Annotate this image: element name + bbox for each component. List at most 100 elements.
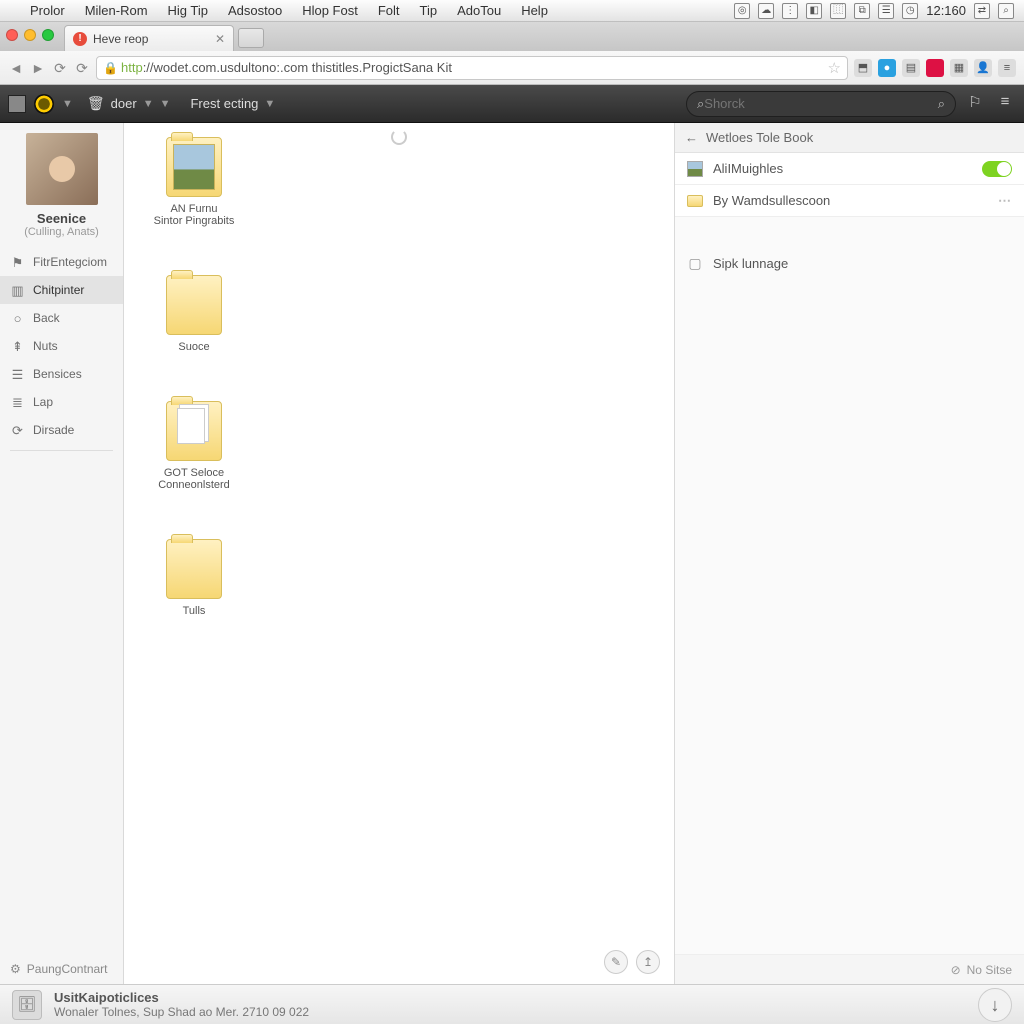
toggle-switch[interactable] (982, 161, 1012, 177)
sidebar-item[interactable]: ☰Bensices (0, 360, 123, 388)
bookmark-icon[interactable]: ⚐ (964, 93, 986, 115)
row-label: Sipk lunnage (713, 256, 788, 271)
menu-item[interactable]: Adsostoo (218, 3, 292, 18)
chevron-down-icon: ▼ (264, 98, 275, 110)
download-button[interactable]: ↓ (978, 988, 1012, 1022)
forward-icon[interactable]: ► (30, 60, 46, 76)
menu-item[interactable]: Hig Tip (158, 3, 218, 18)
sidebar-item[interactable]: ≣Lap (0, 388, 123, 416)
user-name: Seenice (0, 211, 123, 226)
status-icon[interactable]: ◎ (734, 3, 750, 19)
search-input[interactable] (704, 96, 937, 111)
close-tab-icon[interactable]: ✕ (207, 32, 225, 46)
list-icon: ☰ (10, 367, 25, 382)
sidebar: Seenice (Culling, Anats) ⚑FitrEntegciom … (0, 123, 124, 984)
menu-item[interactable]: Hlop Fost (292, 3, 368, 18)
sidebar-footer[interactable]: ⚙PaungContnart (0, 954, 123, 984)
fab-button[interactable]: ↥ (636, 950, 660, 974)
panel-row[interactable]: AliIMuighles (675, 153, 1024, 185)
sidebar-item[interactable]: ⟳ Dirsade (0, 416, 123, 444)
file-item[interactable]: Suoce (144, 275, 244, 353)
file-name: Tulls (144, 605, 244, 617)
bottom-subtitle: Wonaler Tolnes, Sup Shad ao Mer. 2710 09… (54, 1005, 309, 1019)
status-icon[interactable]: ◧ (806, 3, 822, 19)
status-icon[interactable]: ◷ (902, 3, 918, 19)
extension-icon[interactable]: ⬒ (854, 59, 872, 77)
back-icon[interactable]: ← (685, 130, 698, 145)
sync-icon: ⟳ (10, 423, 25, 438)
sort-dropdown[interactable]: Frest ecting ▼ (184, 96, 281, 111)
dropdown-label: Frest ecting (190, 96, 258, 111)
trash-icon: 🗑 (87, 95, 105, 112)
search-field[interactable]: ⌕ ⌕ (686, 91, 956, 117)
back-icon[interactable]: ◄ (8, 60, 24, 76)
dropdown-label: doer (111, 96, 137, 111)
menu-item[interactable]: Milen-Rom (75, 3, 158, 18)
close-window-button[interactable] (6, 29, 18, 41)
reload-icon[interactable]: ⟳ (52, 60, 68, 76)
menu-item[interactable]: Tip (410, 3, 448, 18)
status-icon[interactable]: ⇄ (974, 3, 990, 19)
reload-icon[interactable]: ⟳ (74, 60, 90, 76)
file-item[interactable]: AN Furnu Sintor Pingrabits (144, 137, 244, 227)
page-icon: ▢ (687, 255, 703, 271)
spotlight-icon[interactable]: ⌕ (998, 3, 1014, 19)
folder-icon (166, 401, 222, 461)
file-name: AN Furnu (144, 203, 244, 215)
content-area: AN Furnu Sintor Pingrabits Suoce GOT Sel… (124, 123, 674, 984)
sidebar-item[interactable]: ▥Chitpinter (0, 276, 123, 304)
minimize-window-button[interactable] (24, 29, 36, 41)
panel-row[interactable]: ▢ Sipk lunnage (675, 247, 1024, 279)
folder-icon (166, 137, 222, 197)
folder-dropdown[interactable]: 🗑 doer ▼ ▼ (81, 95, 177, 112)
menu-item[interactable]: Folt (368, 3, 410, 18)
extension-icon[interactable] (926, 59, 944, 77)
more-icon[interactable]: ⋯ (998, 193, 1012, 209)
sidebar-item-label: FitrEntegciom (33, 255, 107, 269)
status-icon[interactable]: ☁ (758, 3, 774, 19)
sidebar-item[interactable]: ○Back (0, 304, 123, 332)
browser-tab[interactable]: ! Heve reop ✕ (64, 25, 234, 51)
panel-header: ← Wetloes Tole Book (675, 123, 1024, 153)
dropdown-icon[interactable]: ▼ (62, 98, 73, 110)
file-item[interactable]: Tulls (144, 539, 244, 617)
status-icon[interactable]: ☰ (878, 3, 894, 19)
menu-item[interactable]: Help (511, 3, 558, 18)
address-bar[interactable]: 🔒 http://wodet.com.usdultono:.com thisti… (96, 56, 848, 80)
flag-icon: ⚑ (10, 255, 25, 270)
chevron-down-icon: ▼ (160, 98, 171, 110)
new-tab-button[interactable] (238, 28, 264, 48)
tab-favicon: ! (73, 32, 87, 46)
file-item[interactable]: GOT Seloce Conneonlsterd (144, 401, 244, 491)
extension-icon[interactable]: ▤ (902, 59, 920, 77)
status-icon[interactable]: ⧉ (854, 3, 870, 19)
zoom-window-button[interactable] (42, 29, 54, 41)
panel-row[interactable]: By Wamdsullescoon ⋯ (675, 185, 1024, 217)
hamburger-icon[interactable]: ≡ (998, 59, 1016, 77)
sidebar-item[interactable]: ⇞Nuts (0, 332, 123, 360)
sidebar-item-label: Dirsade (33, 423, 74, 437)
loading-spinner-icon (391, 129, 407, 145)
circle-icon: ○ (10, 311, 25, 326)
user-avatar[interactable] (26, 133, 98, 205)
extension-icon[interactable]: 👤 (974, 59, 992, 77)
search-submit-icon[interactable]: ⌕ (938, 96, 945, 112)
menu-icon[interactable]: ≡ (994, 93, 1016, 115)
extension-icon[interactable]: ▦ (950, 59, 968, 77)
bookmark-star-icon[interactable]: ☆ (828, 59, 841, 77)
layout-toggle-button[interactable] (8, 95, 26, 113)
row-label: By Wamdsullescoon (713, 193, 830, 208)
footer-label: PaungContnart (27, 962, 108, 976)
mac-menubar: Prolor Milen-Rom Hig Tip Adsostoo Hlop F… (0, 0, 1024, 22)
menubar-clock[interactable]: 12:160 (926, 3, 966, 18)
bottom-info-bar: 🗄 UsitKaipoticlices Wonaler Tolnes, Sup … (0, 984, 1024, 1024)
url-path: ://wodet.com.usdultono:.com thistitles.P… (143, 60, 452, 75)
grid-icon: ▥ (10, 283, 25, 298)
wifi-icon[interactable]: ⋮ (782, 3, 798, 19)
status-icon[interactable]: ⿲ (830, 3, 846, 19)
fab-button[interactable]: ✎ (604, 950, 628, 974)
menu-item[interactable]: AdoTou (447, 3, 511, 18)
menu-item[interactable]: Prolor (20, 3, 75, 18)
extension-icon[interactable]: ● (878, 59, 896, 77)
sidebar-item[interactable]: ⚑ FitrEntegciom (0, 248, 123, 276)
